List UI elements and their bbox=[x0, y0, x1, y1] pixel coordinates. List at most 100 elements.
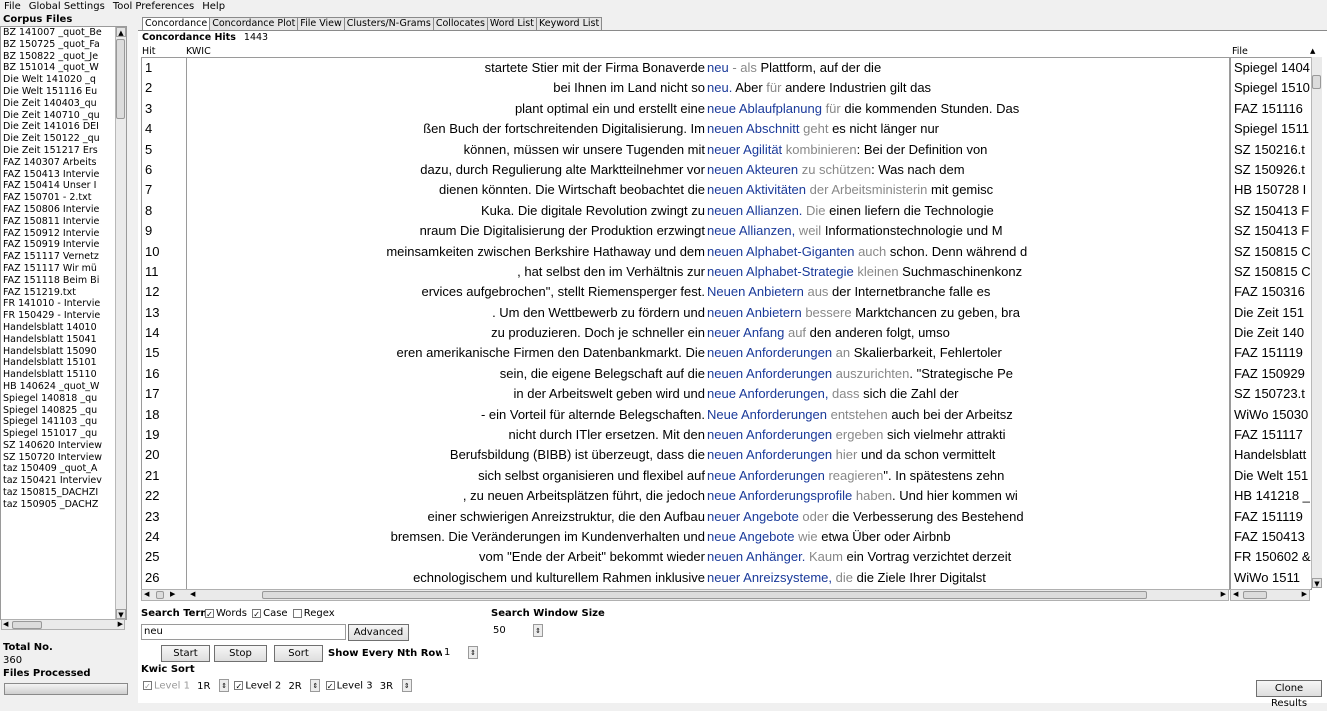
corpus-file-item[interactable]: Spiegel 151017 _qu bbox=[1, 428, 126, 440]
kwic-row[interactable]: Kuka. Die digitale Revolution zwingt zu n… bbox=[187, 201, 1229, 221]
scroll-down-arrow-icon[interactable]: ▼ bbox=[1312, 578, 1322, 588]
file-cell[interactable]: SZ 150216.t bbox=[1231, 140, 1311, 160]
corpus-file-item[interactable]: Die Welt 151116 Eu bbox=[1, 86, 126, 98]
kwic-hscrollbar[interactable]: ◀ ▶ ◀ ▶ bbox=[141, 589, 1229, 601]
kwic-row[interactable]: ervices aufgebrochen", stellt Riemensper… bbox=[187, 282, 1229, 302]
file-cell[interactable]: HB 150728 I bbox=[1231, 180, 1311, 200]
file-hscrollbar[interactable]: ◀ ▶ bbox=[1230, 589, 1310, 601]
corpus-file-item[interactable]: taz 150905 _DACHZ bbox=[1, 499, 126, 511]
file-cell[interactable]: FAZ 150929 bbox=[1231, 364, 1311, 384]
corpus-file-item[interactable]: BZ 150725 _quot_Fa bbox=[1, 39, 126, 51]
hit-number[interactable]: 15 bbox=[142, 343, 186, 363]
file-cell[interactable]: SZ 150723.t bbox=[1231, 384, 1311, 404]
file-cell[interactable]: Spiegel 1511 bbox=[1231, 119, 1311, 139]
hit-number[interactable]: 22 bbox=[142, 486, 186, 506]
corpus-file-item[interactable]: Handelsblatt 15041 bbox=[1, 334, 126, 346]
menu-global-settings[interactable]: Global Settings bbox=[25, 0, 109, 14]
level3-checkbox[interactable]: ✓ bbox=[325, 681, 335, 691]
corpus-file-item[interactable]: FAZ 150701 - 2.txt bbox=[1, 192, 126, 204]
file-cell[interactable]: Spiegel 1510 bbox=[1231, 78, 1311, 98]
hit-number[interactable]: 25 bbox=[142, 547, 186, 567]
corpus-file-item[interactable]: FAZ 150414 Unser I bbox=[1, 180, 126, 192]
hit-number[interactable]: 7 bbox=[142, 180, 186, 200]
hit-number[interactable]: 17 bbox=[142, 384, 186, 404]
scroll-right-arrow-icon[interactable]: ▶ bbox=[118, 620, 123, 628]
corpus-file-item[interactable]: Spiegel 141103 _qu bbox=[1, 416, 126, 428]
corpus-file-item[interactable]: Die Welt 141020 _q bbox=[1, 74, 126, 86]
kwic-row[interactable]: startete Stier mit der Firma Bonaverde ne… bbox=[187, 58, 1229, 78]
hit-number[interactable]: 16 bbox=[142, 364, 186, 384]
start-button[interactable]: Start bbox=[161, 645, 210, 662]
results-vscrollbar[interactable]: ▼ bbox=[1311, 57, 1322, 588]
kwic-row[interactable]: - ein Vorteil für alternde Belegschaften… bbox=[187, 405, 1229, 425]
level2-field[interactable]: 2R bbox=[288, 681, 310, 692]
corpus-file-item[interactable]: Handelsblatt 14010 bbox=[1, 322, 126, 334]
kwic-row[interactable]: nicht durch ITler ersetzen. Mit den neuen… bbox=[187, 425, 1229, 445]
kwic-row[interactable]: vom "Ende der Arbeit" bekommt wieder neue… bbox=[187, 547, 1229, 567]
corpus-list-hscrollbar[interactable]: ◀ ▶ bbox=[1, 619, 125, 630]
file-hscroll-thumb[interactable] bbox=[1243, 591, 1267, 599]
hit-number[interactable]: 12 bbox=[142, 282, 186, 302]
corpus-file-item[interactable]: BZ 151014 _quot_W bbox=[1, 62, 126, 74]
hit-number[interactable]: 10 bbox=[142, 242, 186, 262]
file-cell[interactable]: Die Zeit 140 bbox=[1231, 323, 1311, 343]
kwic-row[interactable]: , hat selbst den im Verhältnis zur neuen … bbox=[187, 262, 1229, 282]
hit-number[interactable]: 19 bbox=[142, 425, 186, 445]
hit-number[interactable]: 11 bbox=[142, 262, 186, 282]
tab-collocates[interactable]: Collocates bbox=[432, 17, 488, 30]
scroll-down-arrow-icon[interactable]: ▼ bbox=[116, 609, 126, 619]
level2-spinner-icon[interactable]: ⇕ bbox=[310, 679, 321, 692]
corpus-file-item[interactable]: taz 150815_DACHZI bbox=[1, 487, 126, 499]
search-window-spinner-icon[interactable]: ⇕ bbox=[533, 624, 543, 637]
corpus-file-item[interactable]: FAZ 151118 Beim Bi bbox=[1, 275, 126, 287]
file-cell[interactable]: Handelsblatt bbox=[1231, 445, 1311, 465]
kwic-row[interactable]: , zu neuen Arbeitsplätzen führt, die jed… bbox=[187, 486, 1229, 506]
hscroll-thumb[interactable] bbox=[12, 621, 42, 629]
hit-number[interactable]: 14 bbox=[142, 323, 186, 343]
scroll-left-arrow-icon[interactable]: ◀ bbox=[1233, 590, 1238, 598]
kwic-hscroll-thumb[interactable] bbox=[262, 591, 1147, 599]
scroll-thumb[interactable] bbox=[116, 39, 125, 119]
file-cell[interactable]: WiWo 1511 bbox=[1231, 568, 1311, 588]
corpus-file-item[interactable]: HB 140624 _quot_W bbox=[1, 381, 126, 393]
kwic-row[interactable]: in der Arbeitswelt geben wird und neue An… bbox=[187, 384, 1229, 404]
kwic-row[interactable]: Berufsbildung (BIBB) ist überzeugt, dass… bbox=[187, 445, 1229, 465]
nth-row-field[interactable]: 1 bbox=[442, 646, 466, 660]
file-cell[interactable]: FAZ 151119 bbox=[1231, 507, 1311, 527]
level1-field[interactable]: 1R bbox=[197, 681, 219, 692]
file-cell[interactable]: SZ 150413 F bbox=[1231, 221, 1311, 241]
file-column[interactable]: Spiegel 1404 Spiegel 1510 FAZ 151116 Spiege… bbox=[1230, 57, 1312, 590]
stop-button[interactable]: Stop bbox=[214, 645, 267, 662]
words-option[interactable]: ✓ Words ✓ Case Regex bbox=[203, 608, 335, 619]
level3-field[interactable]: 3R bbox=[380, 681, 402, 692]
menu-tool-preferences[interactable]: Tool Preferences bbox=[109, 0, 198, 14]
hit-number[interactable]: 24 bbox=[142, 527, 186, 547]
hit-number[interactable]: 21 bbox=[142, 466, 186, 486]
level1-spinner-icon[interactable]: ⇕ bbox=[219, 679, 230, 692]
tab-file-view[interactable]: File View bbox=[297, 17, 345, 30]
corpus-file-item[interactable]: FAZ 150811 Intervie bbox=[1, 216, 126, 228]
corpus-file-item[interactable]: Handelsblatt 15101 bbox=[1, 357, 126, 369]
corpus-file-item[interactable]: taz 150421 Interviev bbox=[1, 475, 126, 487]
file-cell[interactable]: SZ 150413 F bbox=[1231, 201, 1311, 221]
case-checkbox[interactable]: ✓ bbox=[252, 608, 262, 619]
corpus-file-item[interactable]: Die Zeit 151217 Ers bbox=[1, 145, 126, 157]
scroll-left-arrow-icon[interactable]: ◀ bbox=[144, 590, 149, 598]
kwic-row[interactable]: ßen Buch der fortschreitenden Digitalisi… bbox=[187, 119, 1229, 139]
regex-checkbox[interactable] bbox=[292, 608, 302, 618]
column-header-hit[interactable]: Hit bbox=[142, 46, 156, 57]
corpus-file-item[interactable]: taz 150409 _quot_A bbox=[1, 463, 126, 475]
nth-row-spinner-icon[interactable]: ⇕ bbox=[468, 646, 478, 659]
hit-number[interactable]: 9 bbox=[142, 221, 186, 241]
file-cell[interactable]: FAZ 151119 bbox=[1231, 343, 1311, 363]
kwic-row[interactable]: bei Ihnen im Land nicht so neu. Aber für … bbox=[187, 78, 1229, 98]
file-cell[interactable]: Spiegel 1404 bbox=[1231, 58, 1311, 78]
corpus-file-item[interactable]: FAZ 150806 Intervie bbox=[1, 204, 126, 216]
level2-checkbox[interactable]: ✓ bbox=[234, 681, 244, 691]
file-cell[interactable]: FAZ 150413 bbox=[1231, 527, 1311, 547]
tab-clusters-ngrams[interactable]: Clusters/N-Grams bbox=[343, 17, 434, 30]
corpus-file-item[interactable]: FR 141010 - Intervie bbox=[1, 298, 126, 310]
search-window-size-field[interactable]: 50 bbox=[491, 624, 531, 638]
tab-concordance[interactable]: Concordance bbox=[142, 17, 211, 30]
hit-number[interactable]: 1 bbox=[142, 58, 186, 78]
